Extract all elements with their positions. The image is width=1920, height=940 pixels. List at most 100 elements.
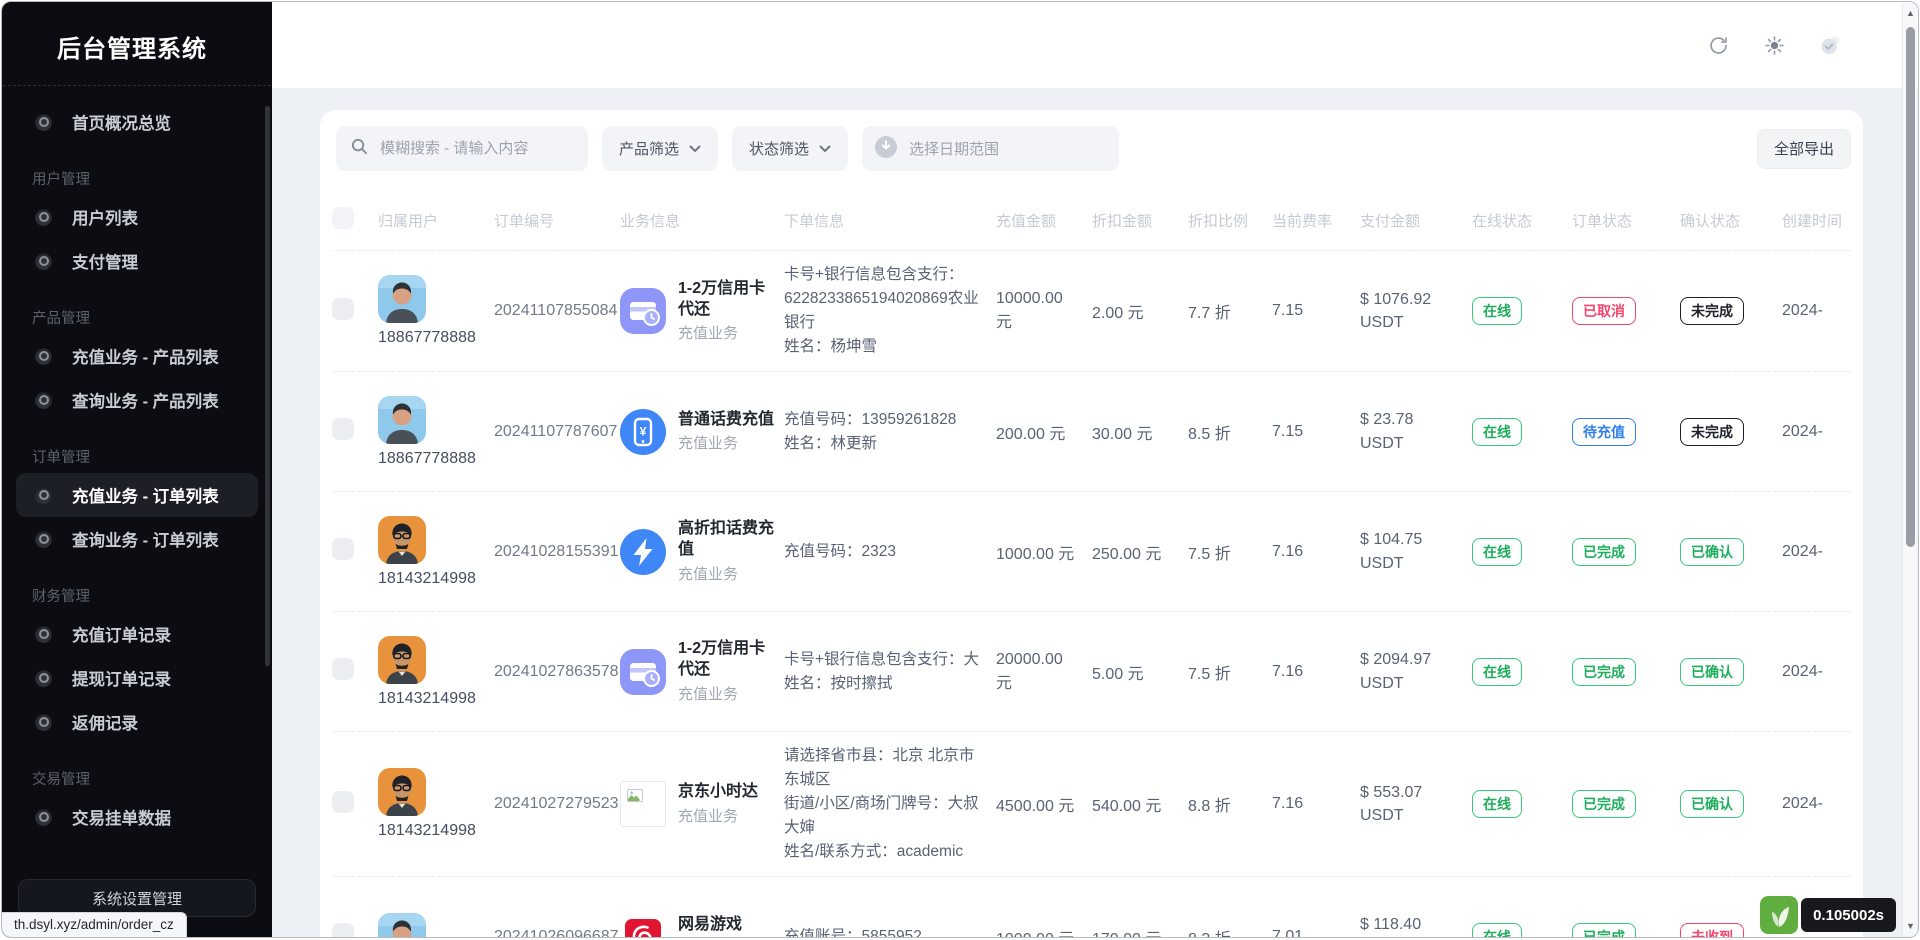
theme-toggle-icon[interactable] [1761, 32, 1787, 58]
app-title: 后台管理系统 [2, 2, 272, 85]
pay-amount: $ 2094.97USDT [1360, 648, 1462, 694]
user-avatar [378, 913, 426, 937]
select-all-checkbox[interactable] [332, 207, 354, 229]
status-badge: 已完成 [1572, 923, 1636, 937]
search-icon [350, 137, 369, 161]
pay-amount-value: $ 104.75 [1360, 528, 1462, 551]
business-title: 京东小时达 [678, 782, 758, 803]
current-rate: 7.16 [1272, 795, 1303, 812]
sidebar-item[interactable]: 查询业务 - 产品列表 [16, 378, 258, 422]
refresh-icon[interactable] [1705, 32, 1731, 58]
page-scrollbar-thumb[interactable] [1906, 27, 1915, 547]
order-number: 20241107787607 [494, 423, 617, 440]
row-checkbox[interactable] [332, 298, 354, 320]
flash-icon [620, 529, 666, 575]
sidebar-item[interactable]: 充值业务 - 订单列表 [16, 473, 258, 517]
pay-amount: $ 104.75USDT [1360, 528, 1462, 574]
sidebar-scrollbar-thumb[interactable] [265, 106, 270, 666]
sidebar-item[interactable]: 支付管理 [16, 239, 258, 283]
pay-amount-value: $ 1076.92 [1360, 288, 1462, 311]
status-badge: 已取消 [1572, 297, 1636, 325]
status-badge: 在线 [1472, 418, 1522, 446]
sidebar-item[interactable]: 充值订单记录 [16, 612, 258, 656]
status-bar-url: th.dsyl.xyz/admin/order_cz [2, 912, 187, 937]
date-range-placeholder: 选择日期范围 [909, 138, 999, 159]
order-info-line: 姓名/联系方式：academic [784, 840, 982, 864]
business-type: 充值业务 [678, 683, 774, 704]
created-at: 2024- [1782, 663, 1823, 680]
recharge-amount: 10000.00 元 [996, 290, 1063, 331]
bullseye-icon [35, 392, 52, 409]
product-filter-dropdown[interactable]: 产品筛选 [602, 126, 718, 171]
status-badge: 已确认 [1680, 538, 1744, 566]
column-header: 业务信息 [620, 210, 784, 231]
table-row: 1814321499820241027279523京东小时达充值业务请选择省市县… [332, 731, 1851, 876]
current-rate: 7.15 [1272, 423, 1303, 440]
current-rate: 7.16 [1272, 543, 1303, 560]
order-info-line: 充值号码：13959261828 [784, 408, 982, 432]
status-badge: 未收到 [1680, 923, 1744, 937]
business-title: 网易游戏 [678, 915, 742, 936]
sidebar-section-label: 订单管理 [2, 446, 272, 467]
pay-currency: USDT [1360, 552, 1462, 575]
created-at: 2024- [1782, 795, 1823, 812]
sidebar-item[interactable]: 查询业务 - 订单列表 [16, 517, 258, 561]
table-row: 20241026096687网易游戏充值业务充值账号：58559521000.0… [332, 876, 1851, 937]
user-avatar [378, 396, 426, 444]
scroll-down-arrow[interactable]: ▼ [1903, 921, 1918, 931]
order-number: 20241107855084 [494, 302, 617, 319]
pay-amount: $ 118.40USDT [1360, 913, 1462, 937]
sidebar-item-label: 查询业务 - 产品列表 [72, 388, 219, 412]
image-placeholder-icon [620, 781, 666, 827]
row-checkbox[interactable] [332, 923, 354, 937]
page-scrollbar[interactable]: ▲ ▼ [1902, 3, 1917, 936]
credit-card-icon [620, 649, 666, 695]
user-avatar [378, 636, 426, 684]
current-rate: 7.16 [1272, 663, 1303, 680]
discount-amount: 5.00 元 [1092, 666, 1144, 683]
row-checkbox[interactable] [332, 791, 354, 813]
content-area: 产品筛选 状态筛选 选择日期范围 全部导出 归属用户订单编号业务信息下单信息充值… [272, 88, 1918, 937]
column-header: 确认状态 [1680, 210, 1782, 231]
export-all-button[interactable]: 全部导出 [1757, 129, 1851, 169]
column-header: 充值金额 [996, 210, 1092, 231]
sidebar-item[interactable]: 返佣记录 [16, 700, 258, 744]
row-checkbox[interactable] [332, 418, 354, 440]
bullseye-icon [35, 253, 52, 270]
search-input[interactable] [380, 140, 574, 157]
status-badge: 在线 [1472, 790, 1522, 818]
order-number: 20241027279523 [494, 795, 619, 812]
business-type: 充值业务 [678, 432, 774, 453]
extension-leaf-icon[interactable] [1760, 896, 1798, 934]
scroll-up-arrow[interactable]: ▲ [1903, 8, 1918, 18]
business-title: 1-2万信用卡代还 [678, 639, 774, 681]
sidebar-item[interactable]: 交易挂单数据 [16, 795, 258, 839]
phone-recharge-icon: ¥ [620, 409, 666, 455]
user-avatar [378, 275, 426, 323]
order-info-line: 卡号+银行信息包含支行：大 [784, 648, 982, 672]
recharge-amount: 4500.00 元 [996, 798, 1074, 815]
date-range-picker[interactable]: 选择日期范围 [862, 126, 1119, 171]
status-filter-dropdown[interactable]: 状态筛选 [732, 126, 848, 171]
column-header: 当前费率 [1272, 210, 1360, 231]
toolbar: 产品筛选 状态筛选 选择日期范围 全部导出 [332, 120, 1851, 171]
sidebar-item[interactable]: 用户列表 [16, 195, 258, 239]
verify-badge-icon[interactable] [1817, 32, 1843, 58]
user-phone: 18143214998 [378, 570, 476, 588]
recharge-amount: 1000.00 元 [996, 546, 1074, 563]
user-avatar [378, 516, 426, 564]
order-number: 20241027863578 [494, 663, 619, 680]
status-badge: 在线 [1472, 538, 1522, 566]
discount-amount: 170.00 元 [1092, 931, 1161, 937]
discount-ratio: 7.5 折 [1188, 546, 1231, 563]
pay-currency: USDT [1360, 311, 1462, 334]
sidebar-item[interactable]: 充值业务 - 产品列表 [16, 334, 258, 378]
user-phone: 18143214998 [378, 690, 476, 708]
sidebar-item[interactable]: 提现订单记录 [16, 656, 258, 700]
business-type: 充值业务 [678, 322, 774, 343]
current-rate: 7.15 [1272, 302, 1303, 319]
bullseye-icon [35, 487, 52, 504]
row-checkbox[interactable] [332, 538, 354, 560]
sidebar-item[interactable]: 首页概况总览 [16, 100, 258, 144]
row-checkbox[interactable] [332, 658, 354, 680]
